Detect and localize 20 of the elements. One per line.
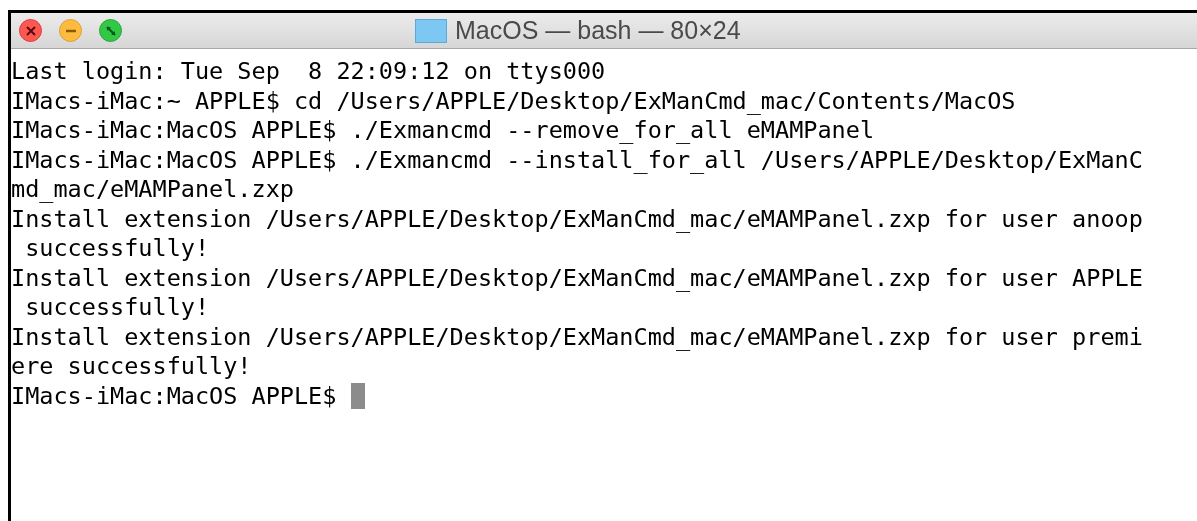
close-button[interactable] bbox=[19, 19, 42, 42]
terminal-line: md_mac/eMAMPanel.zxp bbox=[11, 175, 294, 205]
window-title: MacOS — bash — 80×24 bbox=[455, 14, 741, 46]
terminal-line: Install extension /Users/APPLE/Desktop/ExManCmd_mac/eMAMPanel.zxp for user premi bbox=[11, 322, 1143, 352]
terminal-line: IMacs-iMac:~ APPLE$ cd /Users/APPLE/Desktop/ExManCmd_mac/Contents/MacOS bbox=[11, 86, 1016, 116]
expand-icon bbox=[105, 25, 116, 36]
terminal-line: ere successfully! bbox=[11, 352, 252, 382]
terminal-line: IMacs-iMac:MacOS APPLE$ bbox=[11, 381, 338, 411]
minimize-button[interactable] bbox=[59, 19, 82, 42]
folder-icon bbox=[415, 18, 447, 43]
terminal-line: Last login: Tue Sep 8 22:09:12 on ttys000 bbox=[11, 57, 606, 87]
terminal-line: IMacs-iMac:MacOS APPLE$ ./Exmancmd --install_for_all /Users/APPLE/Desktop/ExManC bbox=[11, 145, 1143, 175]
terminal-line: successfully! bbox=[24, 234, 210, 264]
minus-icon bbox=[64, 28, 77, 33]
close-icon bbox=[25, 25, 36, 36]
terminal-line: Install extension /Users/APPLE/Desktop/ExManCmd_mac/eMAMPanel.zxp for user APPLE bbox=[11, 263, 1143, 293]
terminal-line: Install extension /Users/APPLE/Desktop/ExManCmd_mac/eMAMPanel.zxp for user anoop bbox=[11, 204, 1143, 234]
terminal-line: IMacs-iMac:MacOS APPLE$ ./Exmancmd --remove_for_all eMAMPanel bbox=[11, 116, 875, 146]
terminal-line: successfully! bbox=[24, 293, 210, 323]
zoom-button[interactable] bbox=[99, 19, 122, 42]
